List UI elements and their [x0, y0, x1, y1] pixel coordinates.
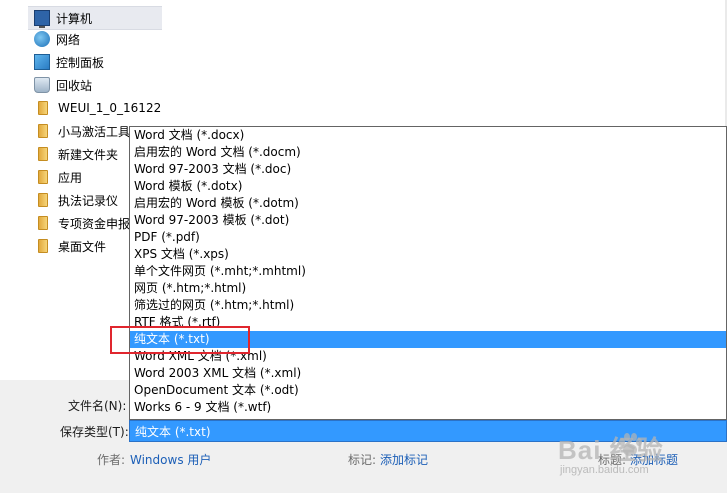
file-type-option[interactable]: RTF 格式 (*.rtf): [130, 314, 726, 331]
save-type-label: 保存类型(T):: [60, 425, 129, 439]
file-type-option[interactable]: Word 模板 (*.dotx): [130, 178, 726, 195]
nav-item-label: 执法记录仪: [58, 193, 119, 208]
folder-icon: [38, 101, 48, 115]
nav-item-label: 回收站: [56, 78, 93, 93]
save-type-value: 纯文本 (*.txt): [135, 424, 211, 439]
nav-item-label: WEUI_1_0_161226_: [58, 101, 162, 115]
file-type-option[interactable]: 纯文本 (*.txt): [130, 331, 726, 348]
nav-item-label: 应用: [58, 170, 83, 185]
folder-icon: [38, 124, 48, 138]
nav-item-label: 专项资金申报: [58, 216, 131, 231]
file-type-option[interactable]: 网页 (*.htm;*.html): [130, 280, 726, 297]
author-value[interactable]: Windows 用户: [130, 451, 211, 468]
folder-icon: [38, 147, 48, 161]
computer-icon: [34, 10, 50, 28]
folder-icon: [38, 239, 48, 253]
file-type-option[interactable]: 启用宏的 Word 模板 (*.dotm): [130, 195, 726, 212]
folder-icon: [38, 193, 48, 207]
nav-item-label: 新建文件夹: [58, 147, 119, 162]
nav-item[interactable]: 网络: [28, 28, 162, 50]
file-type-option[interactable]: 筛选过的网页 (*.htm;*.html): [130, 297, 726, 314]
file-type-option[interactable]: Works 6 - 9 文档 (*.wtf): [130, 399, 726, 416]
file-type-option[interactable]: Word 97-2003 模板 (*.dot): [130, 212, 726, 229]
file-type-option[interactable]: 单个文件网页 (*.mht;*.mhtml): [130, 263, 726, 280]
file-type-option[interactable]: 启用宏的 Word 文档 (*.docm): [130, 144, 726, 161]
save-type-dropdown[interactable]: Word 文档 (*.docx) 启用宏的 Word 文档 (*.docm) Wor…: [129, 126, 727, 420]
author-label: 作者:: [97, 453, 126, 467]
file-type-option[interactable]: OpenDocument 文本 (*.odt): [130, 382, 726, 399]
file-type-option[interactable]: PDF (*.pdf): [130, 229, 726, 246]
nav-item-label: 网络: [56, 32, 81, 47]
save-type-select[interactable]: 纯文本 (*.txt): [129, 420, 727, 442]
nav-item[interactable]: 回收站: [28, 74, 162, 96]
control-panel-icon: [34, 54, 50, 70]
folder-icon: [38, 170, 48, 184]
nav-item-label: 计算机: [56, 11, 93, 26]
title-label: 标题:: [598, 453, 627, 467]
nav-item[interactable]: 计算机: [28, 6, 162, 30]
filename-label: 文件名(N):: [68, 399, 127, 413]
nav-item-label: 小马激活工具: [58, 124, 131, 139]
file-type-option[interactable]: Word 文档 (*.docx): [130, 127, 726, 144]
add-tags-link[interactable]: 添加标记: [380, 451, 428, 468]
folder-icon: [38, 216, 48, 230]
tags-label: 标记:: [348, 453, 377, 467]
file-type-option[interactable]: XPS 文档 (*.xps): [130, 246, 726, 263]
recycle-bin-icon: [34, 77, 50, 93]
nav-item[interactable]: WEUI_1_0_161226_: [28, 97, 162, 119]
file-type-option[interactable]: Word XML 文档 (*.xml): [130, 348, 726, 365]
file-type-option[interactable]: Word 2003 XML 文档 (*.xml): [130, 365, 726, 382]
file-type-option[interactable]: Word 97-2003 文档 (*.doc): [130, 161, 726, 178]
nav-item[interactable]: 控制面板: [28, 51, 162, 73]
add-title-link[interactable]: 添加标题: [630, 451, 678, 468]
network-icon: [34, 31, 50, 47]
nav-item-label: 控制面板: [56, 55, 105, 70]
nav-item-label: 桌面文件: [58, 239, 107, 254]
